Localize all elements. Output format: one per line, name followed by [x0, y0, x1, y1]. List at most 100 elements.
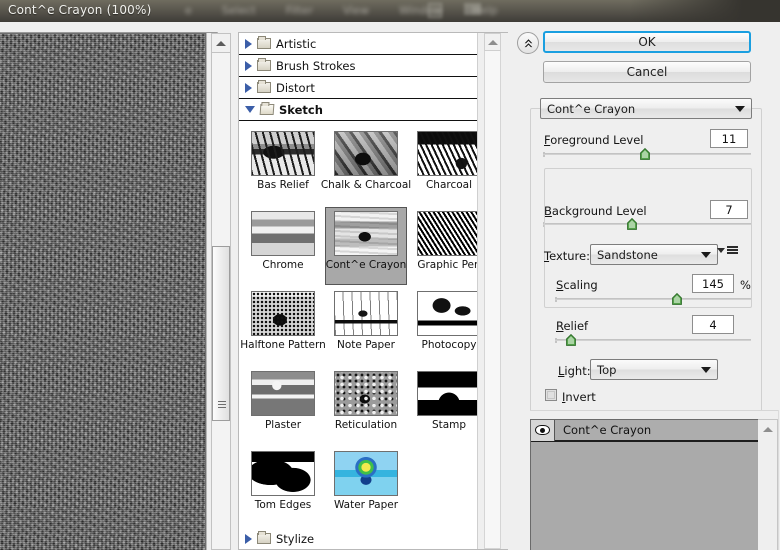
- folder-icon: [257, 36, 271, 49]
- collapse-panel-button[interactable]: [517, 32, 539, 54]
- filter-thumbnail-image: [251, 131, 315, 176]
- category-label: Artistic: [276, 36, 317, 51]
- slider-rail: [555, 298, 751, 300]
- chevron-down-icon: [701, 251, 711, 258]
- preview-scroll-up-button[interactable]: [211, 33, 231, 53]
- scaling-unit: %: [740, 278, 751, 292]
- texture-options-flyout-icon[interactable]: [717, 246, 738, 255]
- filter-thumbnail-image: [334, 291, 398, 336]
- preview-frame: [0, 32, 218, 550]
- slider-thumb[interactable]: [671, 293, 683, 305]
- filter-thumbnail-cont-e-crayon[interactable]: Cont^e Crayon: [325, 207, 407, 285]
- filter-thumbnail-tom-edges[interactable]: Tom Edges: [243, 448, 323, 524]
- menu-item-filter[interactable]: Filter: [286, 4, 313, 17]
- screen-icon[interactable]: [464, 3, 481, 15]
- gallery-scroll-up-button[interactable]: [484, 33, 501, 51]
- category-sketch[interactable]: Sketch: [239, 99, 477, 121]
- filter-thumbnail-halftone-pattern[interactable]: Halftone Pattern: [240, 288, 326, 364]
- category-artistic[interactable]: Artistic: [239, 33, 477, 55]
- preview-image[interactable]: [0, 34, 205, 550]
- filter-thumbnail-label: Chalk & Charcoal: [320, 179, 412, 191]
- foreground-level-slider[interactable]: [543, 148, 751, 160]
- triangle-up-icon: [762, 427, 773, 432]
- menu-item-select[interactable]: Select: [222, 4, 256, 17]
- category-stylize[interactable]: Stylize: [239, 528, 477, 549]
- effect-layer-panel: Cont^e Crayon: [530, 410, 778, 550]
- label-rest: ight:: [564, 364, 591, 378]
- scaling-slider[interactable]: [555, 293, 751, 305]
- gallery-vertical-scrollbar[interactable]: [477, 33, 508, 549]
- filter-gallery-dialog: Artistic Brush Strokes Distort Sketch Ba…: [0, 22, 780, 550]
- filter-thumbnail-charcoal[interactable]: Charcoal: [409, 128, 477, 204]
- scaling-value: 145: [702, 276, 724, 291]
- filter-thumbnail-image: [334, 131, 398, 176]
- effect-layer-row[interactable]: Cont^e Crayon: [531, 420, 758, 442]
- filter-thumbnail-water-paper[interactable]: Water Paper: [326, 448, 406, 524]
- slider-thumb[interactable]: [565, 334, 577, 346]
- menu-item-view[interactable]: View: [343, 4, 369, 17]
- chevron-right-icon: [245, 38, 252, 49]
- filter-thumbnail-label: Cont^e Crayon: [325, 259, 407, 271]
- chevron-right-icon: [245, 60, 252, 71]
- scaling-input[interactable]: 145: [692, 274, 734, 293]
- document-icon[interactable]: [428, 3, 442, 18]
- label-rest: elief: [563, 319, 589, 333]
- filter-thumbnail-image: [417, 211, 477, 256]
- filter-thumbnail-label: Note Paper: [337, 339, 395, 351]
- layer-visibility-toggle[interactable]: [531, 420, 555, 441]
- filter-thumbnail-label: Stamp: [431, 419, 467, 431]
- filter-thumbnail-label: Photocopy: [421, 339, 477, 351]
- filter-thumbnail-image: [251, 371, 315, 416]
- filter-thumbnail-label: Charcoal: [425, 179, 473, 191]
- label-rest: nvert: [565, 390, 596, 404]
- application-title-bar: Cont^e Crayon (100%) e Select Filter Vie…: [0, 0, 780, 22]
- ok-button[interactable]: OK: [543, 31, 751, 53]
- invert-checkbox[interactable]: [545, 389, 557, 401]
- filter-gallery-list: Artistic Brush Strokes Distort Sketch Ba…: [238, 32, 508, 550]
- foreground-level-input[interactable]: 11: [710, 129, 748, 148]
- chevron-down-icon: [245, 106, 255, 113]
- invert-label[interactable]: Invert: [562, 390, 596, 404]
- layer-vertical-scrollbar[interactable]: [758, 419, 778, 550]
- filter-thumbnail-chrome[interactable]: Chrome: [243, 208, 323, 284]
- effect-layer-list: Cont^e Crayon: [530, 419, 758, 550]
- filter-name-dropdown[interactable]: Cont^e Crayon: [540, 98, 752, 119]
- cancel-button[interactable]: Cancel: [543, 61, 751, 83]
- category-label: Distort: [276, 80, 315, 95]
- filter-thumbnail-plaster[interactable]: Plaster: [243, 368, 323, 444]
- gallery-scroll-track[interactable]: [484, 33, 501, 549]
- foreground-level-value: 11: [721, 131, 737, 146]
- filter-thumbnail-bas-relief[interactable]: Bas Relief: [243, 128, 323, 204]
- filter-thumbnail-image: [334, 371, 398, 416]
- texture-dropdown[interactable]: Sandstone: [590, 244, 718, 265]
- layer-scroll-up-button[interactable]: [760, 422, 775, 437]
- filter-thumbnail-label: Graphic Pen: [417, 259, 477, 271]
- chevron-right-icon: [245, 533, 252, 544]
- grip-icon: [218, 401, 226, 408]
- filter-thumbnail-image: [417, 291, 477, 336]
- slider-rail: [555, 339, 751, 341]
- slider-thumb[interactable]: [639, 148, 651, 160]
- document-title: Cont^e Crayon (100%): [8, 3, 152, 17]
- filter-thumbnail-note-paper[interactable]: Note Paper: [326, 288, 406, 364]
- filter-thumbnail-reticulation[interactable]: Reticulation: [326, 368, 406, 444]
- preview-vertical-scrollbar[interactable]: [206, 33, 235, 550]
- filter-thumbnail-stamp[interactable]: Stamp: [409, 368, 477, 444]
- filter-thumbnail-label: Reticulation: [334, 419, 398, 431]
- menu-lines-icon: [727, 246, 738, 255]
- light-value: Top: [597, 362, 617, 377]
- preview-scroll-thumb[interactable]: [212, 246, 230, 421]
- texture-label: Texture:: [544, 249, 590, 263]
- light-dropdown[interactable]: Top: [590, 359, 718, 380]
- menu-item-e[interactable]: e: [185, 4, 192, 17]
- relief-input[interactable]: 4: [692, 315, 734, 334]
- relief-slider[interactable]: [555, 334, 751, 346]
- category-brush-strokes[interactable]: Brush Strokes: [239, 55, 477, 77]
- folder-icon: [257, 58, 271, 71]
- category-label: Sketch: [279, 102, 323, 117]
- folder-open-icon: [259, 104, 275, 115]
- filter-thumbnail-photocopy[interactable]: Photocopy: [409, 288, 477, 364]
- filter-thumbnail-graphic-pen[interactable]: Graphic Pen: [409, 208, 477, 284]
- category-distort[interactable]: Distort: [239, 77, 477, 99]
- filter-thumbnail-chalk-charcoal[interactable]: Chalk & Charcoal: [321, 128, 411, 204]
